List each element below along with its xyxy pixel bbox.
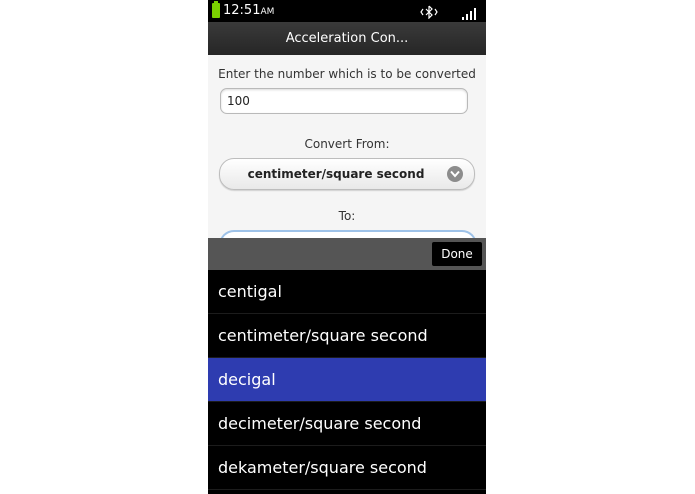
app-title-bar: Acceleration Con... bbox=[208, 22, 486, 55]
convert-from-label: Convert From: bbox=[304, 137, 390, 151]
bluetooth-icon bbox=[420, 4, 438, 20]
status-bar: 12:51AM bbox=[208, 0, 486, 22]
signal-icon bbox=[461, 5, 477, 20]
picker-item-centimeter-square-second[interactable]: centimeter/square second bbox=[208, 314, 486, 358]
clock-ampm: AM bbox=[260, 7, 275, 17]
clock-time: 12:51 bbox=[223, 3, 261, 18]
picker-item-decimeter-square-second[interactable]: decimeter/square second bbox=[208, 402, 486, 446]
convert-from-select[interactable]: centimeter/square second bbox=[219, 158, 475, 190]
picker-item-dekameter-square-second[interactable]: dekameter/square second bbox=[208, 446, 486, 490]
picker-toolbar: Done bbox=[208, 238, 486, 270]
chevron-down-icon bbox=[447, 166, 463, 182]
picker-list: centigal centimeter/square second deciga… bbox=[208, 270, 486, 494]
number-label: Enter the number which is to be converte… bbox=[218, 67, 476, 81]
battery-icon bbox=[212, 1, 220, 18]
unit-picker: Done centigal centimeter/square second d… bbox=[208, 238, 486, 494]
done-button[interactable]: Done bbox=[432, 242, 482, 266]
convert-from-value: centimeter/square second bbox=[247, 167, 425, 181]
status-clock: 12:51AM bbox=[223, 3, 274, 20]
number-input[interactable] bbox=[220, 88, 468, 114]
page-title: Acceleration Con... bbox=[285, 31, 409, 46]
phone-screen: 12:51AM Acceleration Con... Enter the nu… bbox=[208, 0, 486, 494]
converter-form: Enter the number which is to be converte… bbox=[208, 55, 486, 252]
picker-item-centigal[interactable]: centigal bbox=[208, 270, 486, 314]
convert-to-label: To: bbox=[338, 209, 356, 223]
picker-item-decigal[interactable]: decigal bbox=[208, 358, 486, 402]
